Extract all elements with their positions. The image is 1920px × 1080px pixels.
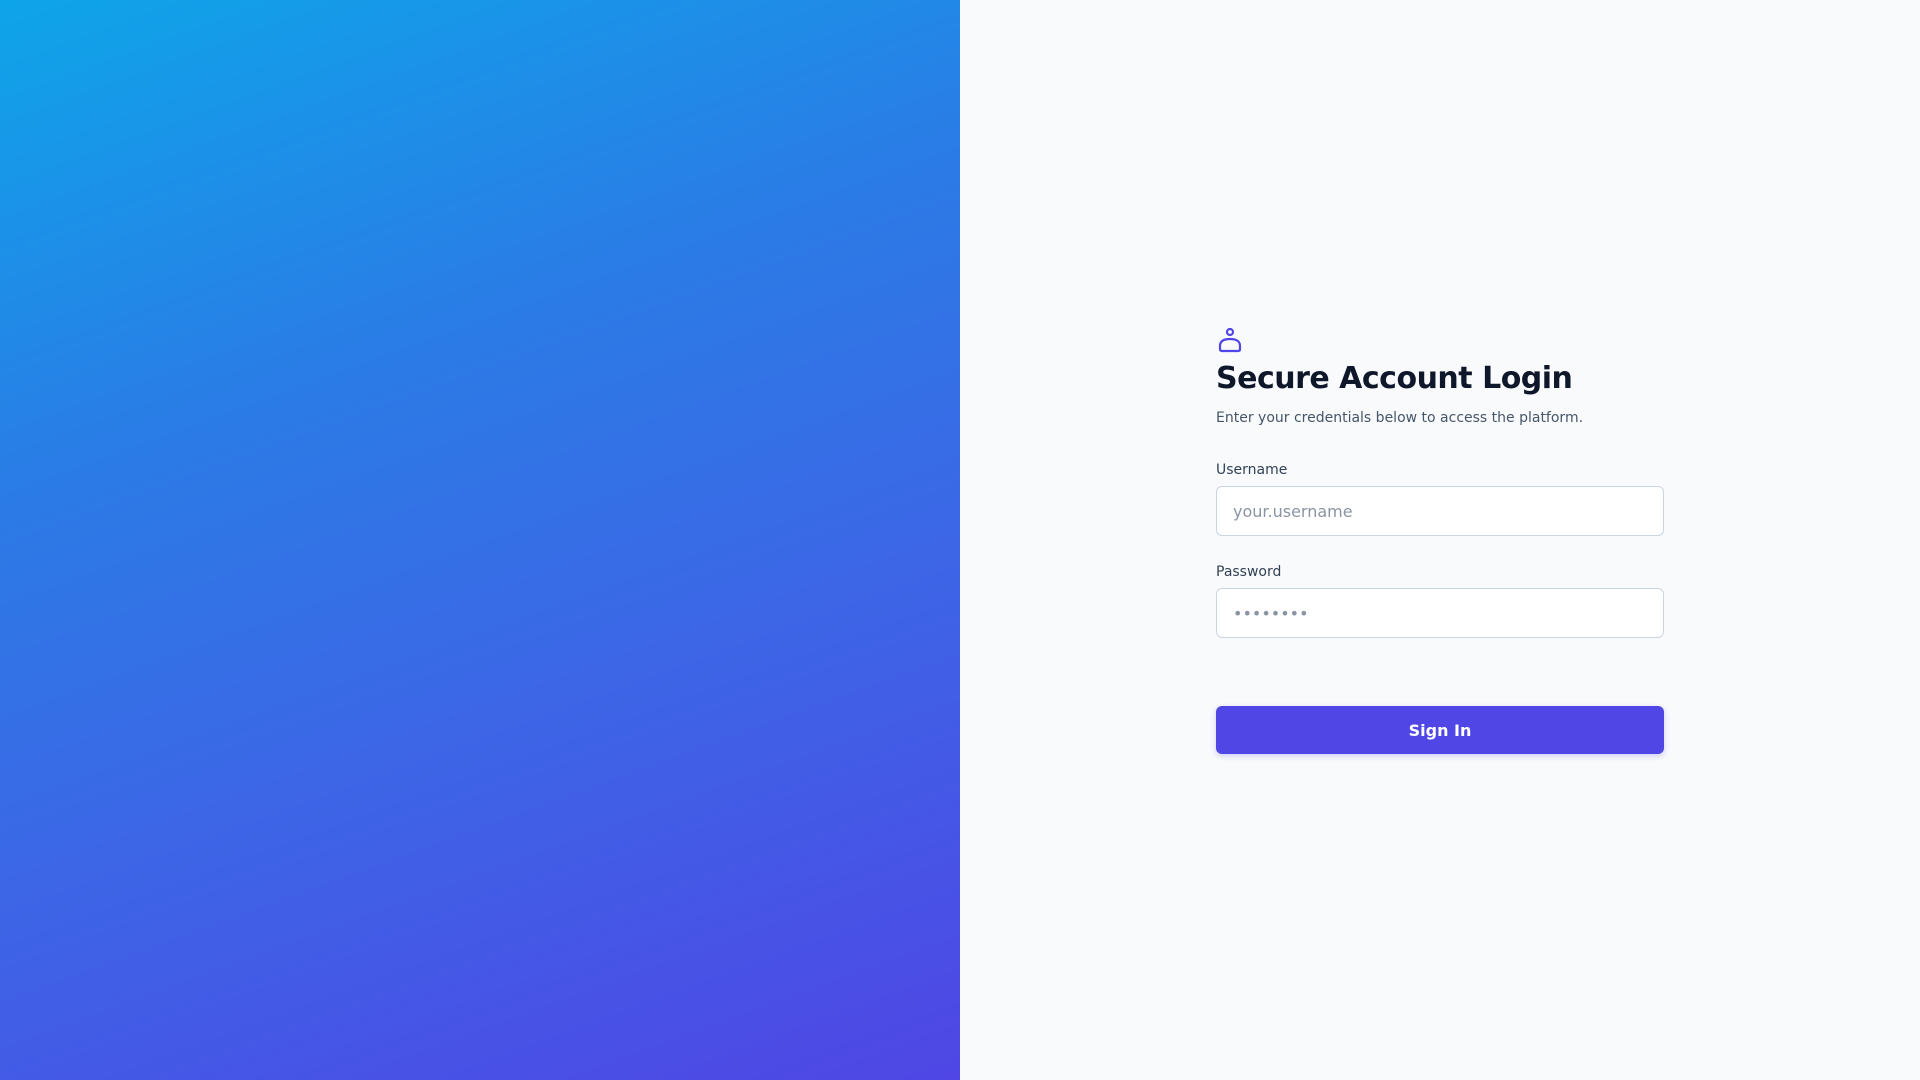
username-input[interactable] xyxy=(1216,486,1664,537)
page-subtitle: Enter your credentials below to access t… xyxy=(1216,409,1584,426)
password-label: Password xyxy=(1216,564,1282,581)
login-form: Secure Account Login Enter your credenti… xyxy=(1216,326,1664,755)
user-icon xyxy=(1218,327,1242,353)
brand-gradient-panel xyxy=(0,0,960,1080)
form-panel: Secure Account Login Enter your credenti… xyxy=(960,0,1920,1080)
password-field-group: Password xyxy=(1216,564,1664,639)
login-page: Secure Account Login Enter your credenti… xyxy=(0,0,1920,1080)
username-field-group: Username xyxy=(1216,462,1664,537)
sign-in-button[interactable]: Sign In xyxy=(1216,706,1664,755)
password-input[interactable] xyxy=(1216,588,1664,639)
page-title: Secure Account Login xyxy=(1216,361,1573,396)
username-label: Username xyxy=(1216,462,1288,479)
